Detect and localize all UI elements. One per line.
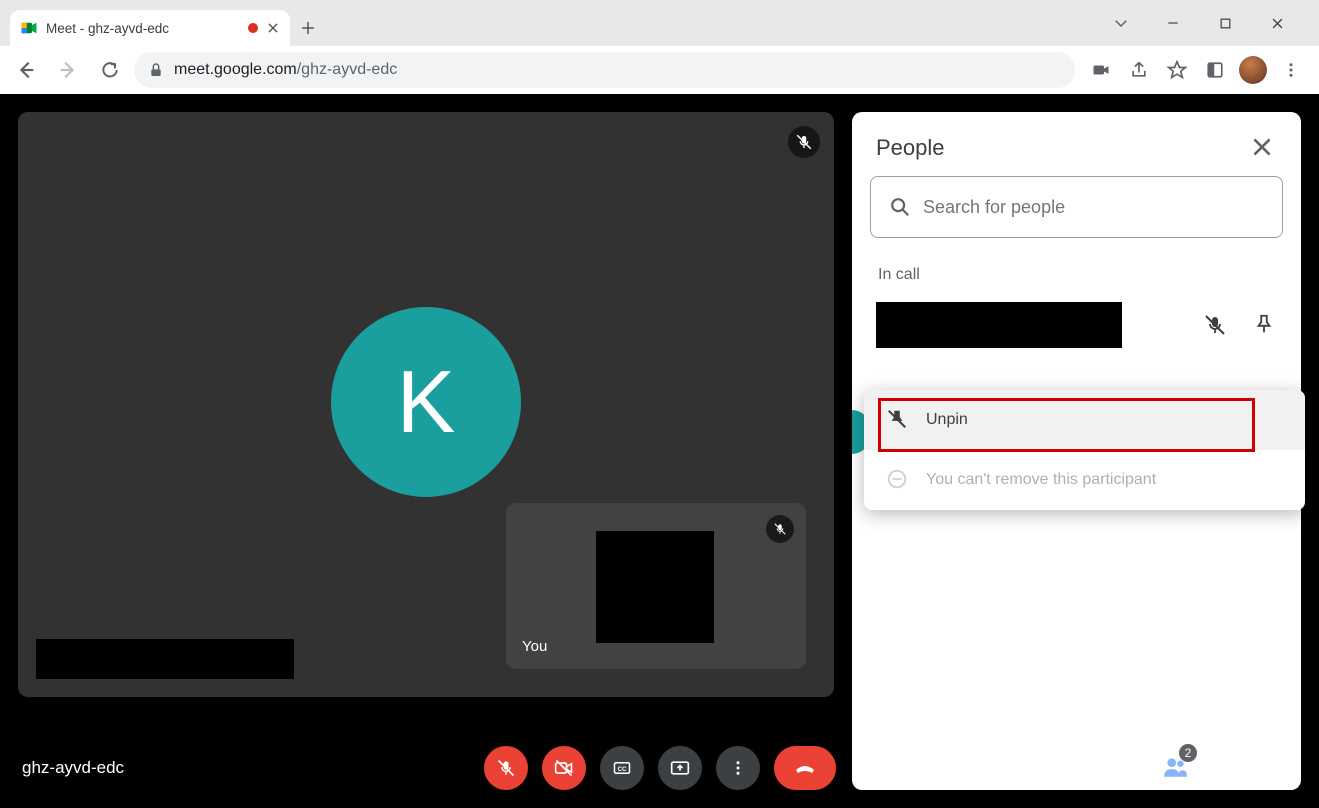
people-button[interactable]: 2 [1161, 754, 1189, 782]
back-button[interactable] [8, 52, 44, 88]
remove-disabled-icon [886, 468, 910, 492]
people-search-box[interactable] [870, 176, 1283, 238]
reload-button[interactable] [92, 52, 128, 88]
participant-name-redacted [876, 302, 1122, 348]
toggle-camera-button[interactable] [542, 746, 586, 790]
people-panel-header: People [870, 134, 1283, 176]
meet-favicon-icon [20, 19, 38, 37]
meeting-code: ghz-ayvd-edc [22, 758, 124, 778]
video-area: K You [0, 94, 852, 808]
search-icon [889, 196, 911, 218]
captions-button[interactable]: CC [600, 746, 644, 790]
tab-strip: Meet - ghz-ayvd-edc [0, 0, 1319, 46]
url-text: meet.google.com/ghz-ayvd-edc [174, 61, 397, 79]
browser-menu-icon[interactable] [1277, 56, 1305, 84]
toggle-mic-button[interactable] [484, 746, 528, 790]
browser-chrome: Meet - ghz-ayvd-edc meet.google.com/ghz-… [0, 0, 1319, 94]
browser-tab[interactable]: Meet - ghz-ayvd-edc [10, 10, 290, 46]
people-panel: People In call Unpin You can [852, 112, 1301, 790]
participant-name-redacted [36, 639, 294, 679]
url-bar[interactable]: meet.google.com/ghz-ayvd-edc [134, 52, 1075, 88]
self-label: You [522, 638, 547, 655]
toolbar-actions [1081, 56, 1311, 84]
bottom-bar: ghz-ayvd-edc CC 2 [0, 728, 1319, 808]
participant-row[interactable] [870, 298, 1283, 352]
side-panel-icon[interactable] [1201, 56, 1229, 84]
lock-icon [148, 62, 164, 78]
pin-participant-icon[interactable] [1253, 313, 1277, 337]
new-tab-button[interactable] [290, 10, 326, 46]
hangup-button[interactable] [774, 746, 836, 790]
unpin-icon [886, 408, 910, 432]
self-video-redacted [596, 531, 714, 643]
window-minimize-button[interactable] [1151, 8, 1195, 38]
share-icon[interactable] [1125, 56, 1153, 84]
mic-off-icon [788, 126, 820, 158]
window-dropdown-icon[interactable] [1099, 8, 1143, 38]
window-maximize-button[interactable] [1203, 8, 1247, 38]
mute-participant-icon[interactable] [1203, 313, 1227, 337]
forward-button[interactable] [50, 52, 86, 88]
in-call-label: In call [878, 266, 1283, 284]
right-controls: 2 [1107, 754, 1297, 782]
svg-text:CC: CC [617, 767, 626, 773]
more-options-button[interactable] [716, 746, 760, 790]
remove-menu-item: You can't remove this participant [864, 450, 1305, 510]
unpin-menu-item[interactable]: Unpin [864, 390, 1305, 450]
activities-button[interactable] [1269, 754, 1297, 782]
unpin-label: Unpin [926, 411, 968, 429]
present-screen-button[interactable] [658, 746, 702, 790]
window-controls [1099, 8, 1309, 38]
remove-disabled-label: You can't remove this participant [926, 471, 1156, 489]
main-participant-video[interactable]: K You [18, 112, 834, 697]
profile-avatar[interactable] [1239, 56, 1267, 84]
bookmark-star-icon[interactable] [1163, 56, 1191, 84]
self-mic-off-icon [766, 515, 794, 543]
tab-title: Meet - ghz-ayvd-edc [46, 21, 240, 36]
people-search-input[interactable] [923, 197, 1264, 218]
people-panel-title: People [876, 135, 945, 161]
meeting-info-button[interactable] [1107, 754, 1135, 782]
meet-area: K You People In call [0, 94, 1319, 808]
browser-toolbar: meet.google.com/ghz-ayvd-edc [0, 46, 1319, 94]
call-controls: CC [484, 746, 836, 790]
tab-close-icon[interactable] [266, 21, 280, 35]
recording-indicator-icon [248, 23, 258, 33]
window-close-button[interactable] [1255, 8, 1299, 38]
people-count-badge: 2 [1179, 744, 1197, 762]
self-video[interactable]: You [506, 503, 806, 669]
chat-button[interactable] [1215, 754, 1243, 782]
close-panel-button[interactable] [1249, 134, 1277, 162]
participant-avatar: K [331, 307, 521, 497]
participant-context-menu: Unpin You can't remove this participant [864, 390, 1305, 510]
camera-indicator-icon[interactable] [1087, 56, 1115, 84]
